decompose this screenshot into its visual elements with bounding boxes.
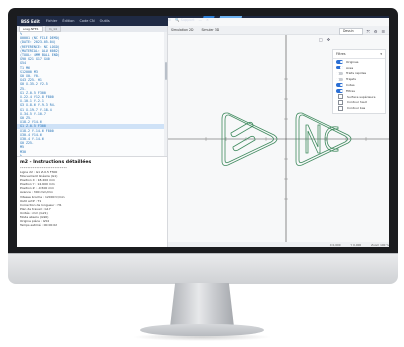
title-bar: BSS Edit Fichier Édition Code CN Outils … (17, 16, 389, 239)
instruction-detail-line: Temps estimé : 00:00:02 (20, 223, 58, 228)
menu-nc-code[interactable]: Code CN (79, 19, 94, 23)
fit-icon[interactable]: ⤧ (367, 29, 370, 34)
view-icons: □ ✥ (319, 37, 330, 42)
view-select[interactable]: Dessin (338, 27, 363, 35)
viewer-toolbar: Simulation 2D Simuler 3D Dessin ⤧ ⚙ ☰ (168, 26, 389, 35)
instruction-details-panel: m2 - Instructions détaillées ***********… (17, 156, 167, 247)
menu-edit[interactable]: Édition (62, 19, 74, 23)
toggle-switch[interactable] (336, 89, 343, 93)
viewer-menu-icon[interactable]: ☰ (381, 29, 385, 34)
filter-option[interactable]: Contour bas (333, 105, 385, 111)
checkbox[interactable] (338, 94, 343, 100)
monitor-stand-base (140, 324, 264, 336)
filter-header[interactable]: Filtres ▾ (333, 50, 385, 59)
app-name: BSS Edit (21, 18, 40, 24)
toggle-switch[interactable] (336, 66, 343, 70)
screen: BSS Edit Fichier Édition Code CN Outils … (17, 16, 389, 247)
toggle-switch[interactable] (336, 77, 343, 81)
scrollbar-thumb[interactable] (164, 62, 167, 80)
filter-option-label: Origines (346, 59, 359, 64)
tab-2d-simulation[interactable]: Simulation 2D (171, 28, 193, 32)
filter-option-label: Axes (346, 65, 354, 70)
editor-scrollbar[interactable] (164, 32, 167, 156)
checkbox[interactable] (338, 105, 343, 111)
menu-tools[interactable]: Outils (100, 19, 110, 23)
viewer-toolbar-right: Dessin ⤧ ⚙ ☰ (338, 27, 385, 35)
toggle-switch[interactable] (336, 83, 343, 87)
toggle-switch[interactable] (336, 60, 343, 64)
monitor: BSS Edit Fichier Édition Code CN Outils … (8, 8, 398, 284)
filter-option-label: Filtres (346, 88, 355, 93)
chevron-down-icon: ▾ (380, 52, 382, 56)
status-bar: X 0,000 Y 0,000 Zoom 100 % (168, 242, 389, 247)
monitor-chin (8, 253, 398, 284)
toggle-switch[interactable] (336, 71, 343, 76)
menu-file[interactable]: Fichier (46, 19, 57, 23)
filter-option-label: Trajets (346, 77, 356, 82)
status-y: Y 0,000 (350, 242, 362, 247)
filter-option-label: Contour haut (347, 100, 367, 105)
filter-option-label: Contour bas (347, 106, 366, 111)
filter-option-label: Traits rapides (346, 71, 367, 76)
instruction-details-lines: Ligne 22 : G1 Z-0.5 F300 Mouvement linéai… (17, 170, 167, 227)
filter-title: Filtres (336, 52, 346, 56)
filter-option-label: Surface supérieure (347, 94, 376, 99)
code-editor-panel: sceg.NFE1 m_14 % O0001 (NC FILE DEMO) (DAT… (17, 26, 168, 247)
code-area[interactable]: % O0001 (NC FILE DEMO) (DATE: 2023-05-04)(… (17, 32, 164, 156)
viewer-panel: Simulation 2D Simuler 3D Dessin ⤧ ⚙ ☰ □ … (168, 26, 389, 247)
pan-icon[interactable]: ✥ (327, 37, 330, 42)
frame-icon[interactable]: □ (319, 37, 323, 42)
checkbox[interactable] (338, 99, 343, 105)
filter-options: Origines Axes Traits rapides Trajets Cotes Fi… (333, 59, 385, 111)
filter-option-label: Cotes (346, 83, 355, 88)
monitor-stand-neck (170, 283, 234, 327)
filter-panel: Filtres ▾ Origines Axes Traits rapides Traj… (332, 49, 386, 114)
status-x: X 0,000 (329, 242, 341, 247)
instruction-details-title: m2 - Instructions détaillées (20, 160, 92, 165)
tab-3d-simulation[interactable]: Simuler 3D (201, 28, 219, 32)
drawing-viewport[interactable]: □ ✥ Filtres ▾ Origines Axes Traits rapides… (168, 35, 389, 247)
viewer-settings-icon[interactable]: ⚙ (374, 29, 378, 34)
status-zoom: Zoom 100 % (371, 242, 389, 247)
